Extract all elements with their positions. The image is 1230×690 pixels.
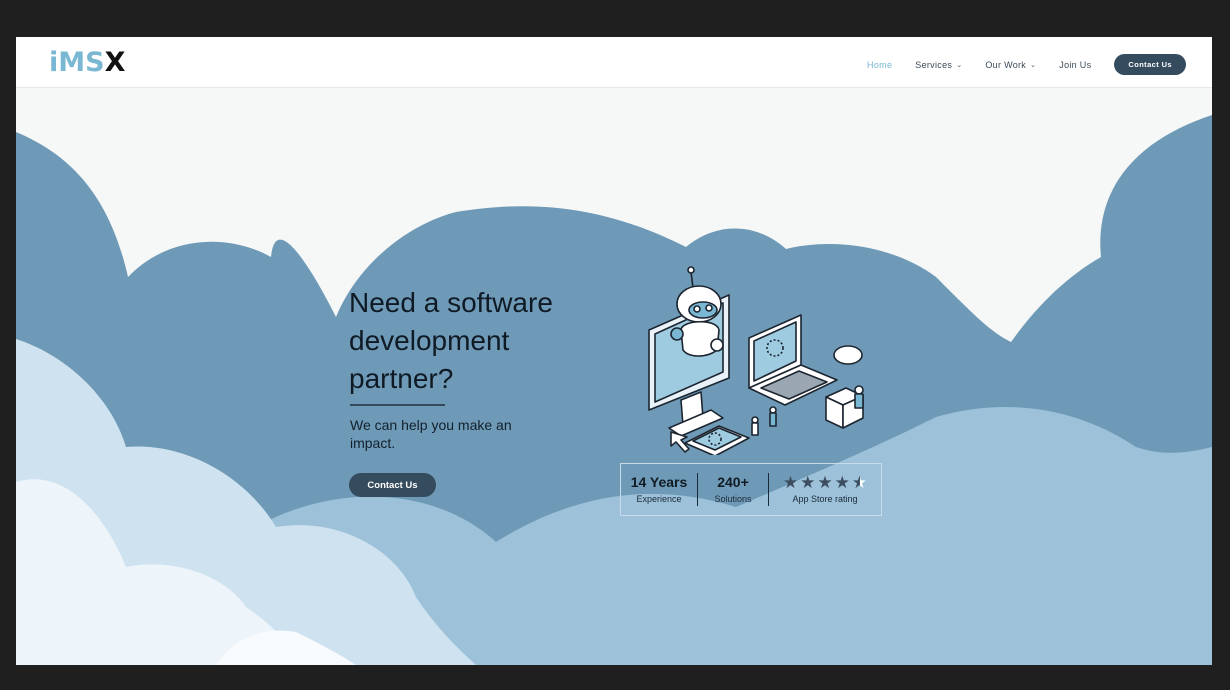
nav-item-label: Services [915,59,953,70]
nav-item-label: Home [867,59,893,70]
robot-computer-illustration [648,266,864,455]
stat-value: 240+ [717,474,749,490]
nav-menu: Home Services ⌄ Our Work ⌄ Join Us Conta… [844,54,1186,75]
stat-label: Experience [636,494,682,504]
nav-item-home[interactable]: Home [867,60,892,70]
cloud-background [16,115,1212,665]
stat-value: 14 Years [630,474,688,490]
star-icon: ★ [800,473,816,492]
stat-experience: 14 Years Experience [621,473,698,506]
chevron-down-icon: ⌄ [956,61,963,69]
logo-text-ims: iMS [49,47,105,78]
nav-item-label: Join Us [1059,59,1092,70]
star-icon: ★ [817,473,833,492]
nav-item-services[interactable]: Services ⌄ [915,60,962,70]
stats-box: 14 Years Experience 240+ Solutions ★ ★ ★… [620,463,882,516]
top-navbar: iMSX Home Services ⌄ Our Work ⌄ Join Us … [16,37,1212,88]
browser-viewport: iMSX Home Services ⌄ Our Work ⌄ Join Us … [16,37,1212,665]
hero-subtext: We can help you make an impact. [350,417,512,451]
half-star-icon: ★ [851,473,868,492]
logo-text-x: X [104,47,126,78]
star-icon: ★ [782,473,799,492]
nav-item-join-us[interactable]: Join Us [1059,60,1091,70]
hero-headline: Need a software development partner? [349,287,553,394]
stat-rating: ★ ★ ★ ★ ★ App Store rating [769,473,881,506]
stat-label: Solutions [714,494,752,504]
star-rating: ★ ★ ★ ★ ★ [782,474,868,491]
chevron-down-icon: ⌄ [1030,61,1037,69]
rating-label: App Store rating [792,494,858,504]
nav-contact-button[interactable]: Contact Us [1114,54,1186,75]
nav-item-label: Our Work [985,59,1027,70]
stat-solutions: 240+ Solutions [698,473,769,506]
headline-underline [350,404,445,406]
nav-item-our-work[interactable]: Our Work ⌄ [985,60,1036,70]
hero-contact-button[interactable]: Contact Us [349,473,436,497]
star-icon: ★ [834,473,850,492]
logo[interactable]: iMSX [49,48,125,78]
